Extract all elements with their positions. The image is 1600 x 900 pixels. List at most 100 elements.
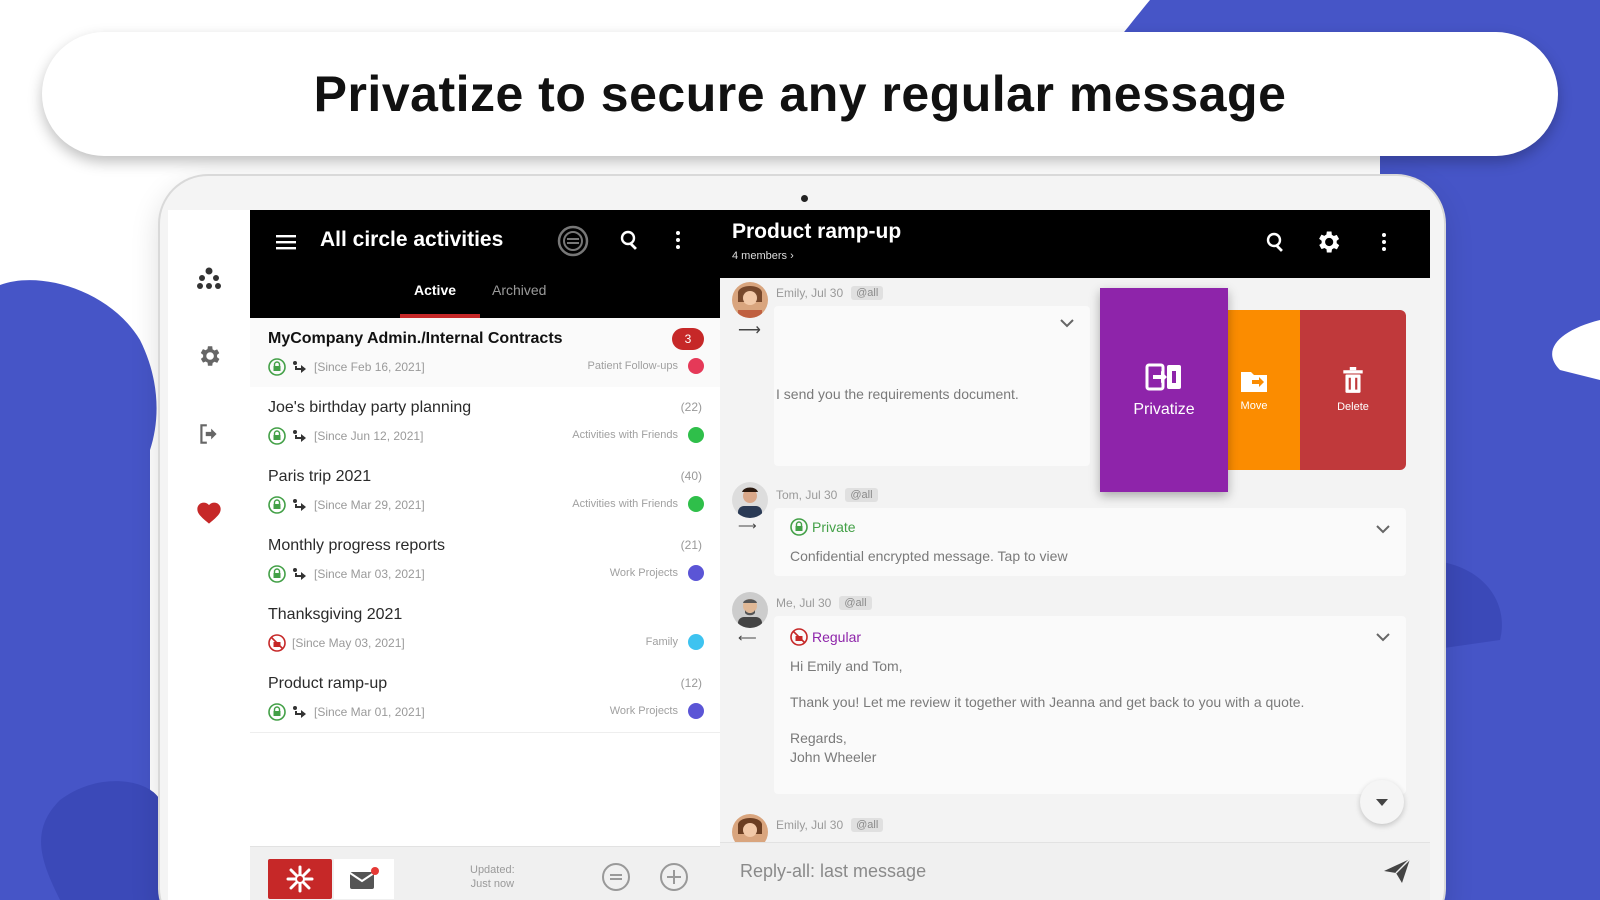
list-footer: Updated: Just now — [250, 846, 720, 900]
inbox-button[interactable] — [334, 859, 394, 899]
move-label: Move — [1240, 400, 1268, 412]
list-title: All circle activities — [320, 228, 504, 251]
conversation-title: Product ramp-up — [268, 675, 388, 692]
chevron-down-icon[interactable] — [1374, 630, 1392, 644]
conversation-row[interactable]: Thanksgiving 2021 [Since May 03, 2021] Fam… — [250, 594, 720, 664]
settings-nav-button[interactable] — [168, 336, 250, 376]
unread-badge: 3 — [672, 328, 704, 350]
chevron-down-icon[interactable] — [1374, 522, 1392, 536]
private-status: Private — [790, 518, 856, 536]
caret-down-icon — [1376, 799, 1388, 806]
list-header: All circle activities Active Archived — [250, 210, 720, 318]
sparkle-icon — [286, 865, 314, 893]
sync-status: Updated: Just now — [470, 864, 515, 890]
filter-circles-icon[interactable] — [556, 224, 590, 258]
circle-color-dot — [688, 634, 704, 650]
share-arrow-icon — [293, 361, 306, 373]
headline-banner: Privatize to secure any regular message — [42, 32, 1558, 156]
private-shield-icon — [268, 565, 286, 583]
reply-bar: Reply-all: last message — [720, 842, 1430, 900]
circle-name: Activities with Friends — [572, 498, 678, 510]
circle-name: Patient Follow-ups — [587, 360, 679, 372]
conversation-title: Thanksgiving 2021 — [268, 606, 403, 623]
circle-color-dot — [688, 427, 704, 443]
avatar-emily — [732, 282, 768, 318]
conversation-list-panel: All circle activities Active Archived My… — [250, 210, 720, 900]
regular-unlocked-icon — [790, 628, 808, 646]
circles-nav-button[interactable] — [168, 258, 250, 298]
tab-active[interactable]: Active — [414, 282, 456, 298]
message-bubble[interactable]: Private Confidential encrypted message. … — [774, 508, 1406, 576]
conversation-meta: [Since May 03, 2021] — [268, 634, 405, 652]
scroll-to-bottom-button[interactable] — [1360, 780, 1404, 824]
add-circle-icon[interactable] — [658, 861, 690, 893]
reply-arrow-icon: ⟶ — [738, 322, 761, 339]
conversation-title: Paris trip 2021 — [268, 468, 372, 485]
logout-icon — [200, 424, 217, 444]
circle-name: Activities with Friends — [572, 429, 678, 441]
regular-unlocked-icon — [268, 634, 286, 652]
privatize-action-button[interactable]: Privatize — [1100, 288, 1228, 492]
private-shield-icon — [268, 427, 286, 445]
conversation-row[interactable]: Monthly progress reports (21) [Since Mar 0… — [250, 525, 720, 595]
message-bubble[interactable]: Regular Hi Emily and Tom, Thank you! Let… — [774, 616, 1406, 794]
message-bubble[interactable]: I send you the requirements document. — [774, 306, 1090, 466]
conversation-meta: [Since Jun 12, 2021] — [268, 427, 423, 445]
delete-label: Delete — [1337, 401, 1369, 413]
reply-arrow-icon: ⟶ — [738, 518, 757, 533]
delete-action-button[interactable]: Delete — [1300, 310, 1406, 470]
message-count: (21) — [680, 538, 702, 552]
circle-color-dot — [688, 496, 704, 512]
chevron-down-icon[interactable] — [1058, 316, 1076, 330]
conversation-row[interactable]: MyCompany Admin./Internal Contracts 3 [Sin… — [250, 318, 720, 388]
conversation-row[interactable]: Paris trip 2021 (40) [Since Mar 29, 2021] A… — [250, 456, 720, 526]
circle-color-dot — [688, 358, 704, 374]
circle-color-dot — [688, 565, 704, 581]
tab-archived[interactable]: Archived — [492, 282, 546, 298]
circles-filter-footer-icon[interactable] — [600, 861, 632, 893]
conversation-title: Product ramp-up — [732, 220, 902, 243]
conversation-meta: [Since Feb 16, 2021] — [268, 358, 425, 376]
tablet-camera — [801, 195, 808, 202]
share-arrow-icon — [293, 706, 306, 718]
more-vert-icon[interactable] — [666, 228, 690, 252]
circle-name: Work Projects — [609, 567, 678, 579]
conversation-panel: Product ramp-up 4 members › ⟶ Emily, Jul… — [720, 210, 1430, 900]
message-meta: Emily, Jul 30 @all — [776, 286, 884, 300]
circle-color-dot — [688, 703, 704, 719]
send-icon[interactable] — [1382, 857, 1412, 885]
conversation-meta: [Since Mar 29, 2021] — [268, 496, 425, 514]
search-icon[interactable] — [1264, 230, 1288, 254]
privatize-label: Privatize — [1133, 401, 1195, 418]
circles-icon — [197, 267, 221, 289]
message-count: (12) — [680, 676, 702, 690]
private-shield-icon — [790, 518, 808, 536]
avatar-tom — [732, 482, 768, 518]
app-screen: All circle activities Active Archived My… — [250, 210, 1430, 900]
conversation-title: Joe's birthday party planning — [268, 399, 472, 416]
conversation-title: MyCompany Admin./Internal Contracts — [268, 330, 563, 347]
reply-input[interactable]: Reply-all: last message — [740, 861, 926, 882]
share-arrow-icon — [293, 430, 306, 442]
new-activity-button[interactable] — [268, 859, 332, 899]
message-count: (40) — [680, 469, 702, 483]
more-vert-icon[interactable] — [1372, 230, 1396, 254]
gear-icon[interactable] — [1314, 228, 1342, 256]
avatar-me — [732, 592, 768, 628]
gear-icon — [200, 346, 220, 366]
message-meta: Emily, Jul 30 @all — [776, 818, 884, 832]
private-shield-icon — [268, 358, 286, 376]
regular-status: Regular — [790, 628, 861, 646]
circle-name: Work Projects — [609, 705, 678, 717]
favorites-nav-button[interactable] — [168, 492, 250, 532]
logout-nav-button[interactable] — [168, 414, 250, 454]
search-icon[interactable] — [618, 228, 642, 252]
conversation-row[interactable]: Product ramp-up (12) [Since Mar 01, 2021] W… — [250, 663, 720, 733]
conversation-row[interactable]: Joe's birthday party planning (22) [Since … — [250, 387, 720, 457]
folder-move-icon — [1241, 372, 1267, 392]
share-arrow-icon — [293, 568, 306, 580]
menu-icon[interactable] — [274, 230, 298, 254]
headline-text: Privatize to secure any regular message — [313, 66, 1287, 122]
members-link[interactable]: 4 members › — [732, 250, 794, 262]
conversation-meta: [Since Mar 03, 2021] — [268, 565, 425, 583]
